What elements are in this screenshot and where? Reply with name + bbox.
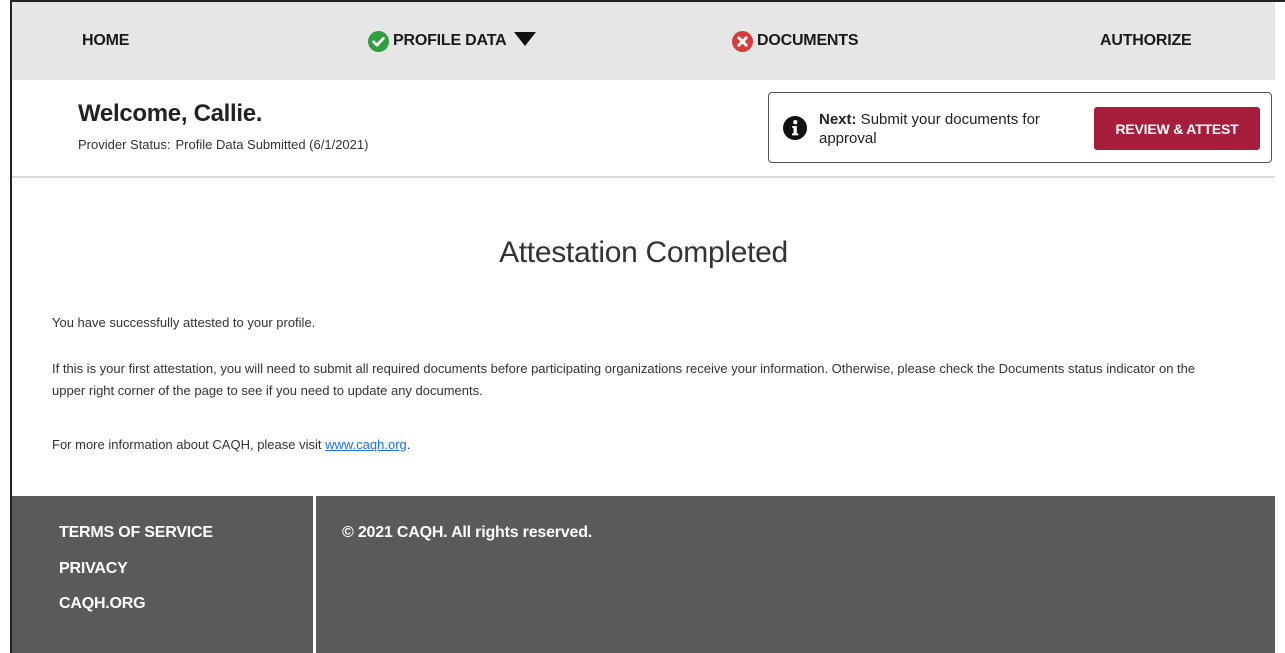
more-info-suffix: . xyxy=(406,437,411,452)
info-icon xyxy=(783,116,807,145)
footer: TERMS OF SERVICE PRIVACY CAQH.ORG © 2021… xyxy=(12,496,1275,653)
terms-of-service-link[interactable]: TERMS OF SERVICE xyxy=(59,524,213,542)
more-info-prefix: For more information about CAQH, please … xyxy=(52,437,326,452)
welcome-section: Welcome, Callie. Provider Status: Profile… xyxy=(78,100,368,152)
instructions-message: If this is your first attestation, you w… xyxy=(52,361,1196,398)
nav-home[interactable]: HOME xyxy=(82,2,129,80)
nav-documents-label: DOCUMENTS xyxy=(757,32,859,49)
footer-links: TERMS OF SERVICE PRIVACY CAQH.ORG xyxy=(12,496,316,653)
next-step-prefix: Next: xyxy=(819,111,857,128)
success-message: You have successfully attested to your p… xyxy=(52,315,316,330)
provider-status: Provider Status: Profile Data Submitted (… xyxy=(78,137,368,152)
nav-authorize[interactable]: AUTHORIZE xyxy=(1100,2,1192,80)
welcome-title: Welcome, Callie. xyxy=(78,100,263,127)
provider-status-label: Provider Status: xyxy=(78,137,171,152)
header-divider xyxy=(12,176,1275,178)
nav-authorize-label: AUTHORIZE xyxy=(1100,32,1192,49)
nav-profile-data-label: PROFILE DATA xyxy=(393,32,507,49)
next-step-panel: Next: Submit your documents for approval… xyxy=(768,92,1272,163)
check-circle-icon xyxy=(368,30,389,52)
nav-profile-data[interactable]: PROFILE DATA xyxy=(368,2,537,80)
provider-status-value: Profile Data Submitted (6/1/2021) xyxy=(175,137,369,152)
caret-down-icon[interactable] xyxy=(514,31,537,51)
nav-documents[interactable]: DOCUMENTS xyxy=(732,2,859,80)
more-info-message: For more information about CAQH, please … xyxy=(52,434,1202,456)
nav-home-label: HOME xyxy=(82,32,130,49)
x-circle-icon xyxy=(732,30,753,52)
next-step-text: Next: Submit your documents for approval xyxy=(819,110,1089,148)
copyright-text: © 2021 CAQH. All rights reserved. xyxy=(342,524,593,541)
review-attest-button[interactable]: REVIEW & ATTEST xyxy=(1094,107,1260,150)
page-title: Attestation Completed xyxy=(499,236,788,269)
caqh-website-link[interactable]: www.caqh.org xyxy=(325,437,407,452)
caqh-org-link[interactable]: CAQH.ORG xyxy=(59,595,146,613)
privacy-link[interactable]: PRIVACY xyxy=(59,560,128,578)
top-nav: HOME PROFILE DATA DOCUMENTS AUTHORIZE xyxy=(12,2,1275,80)
